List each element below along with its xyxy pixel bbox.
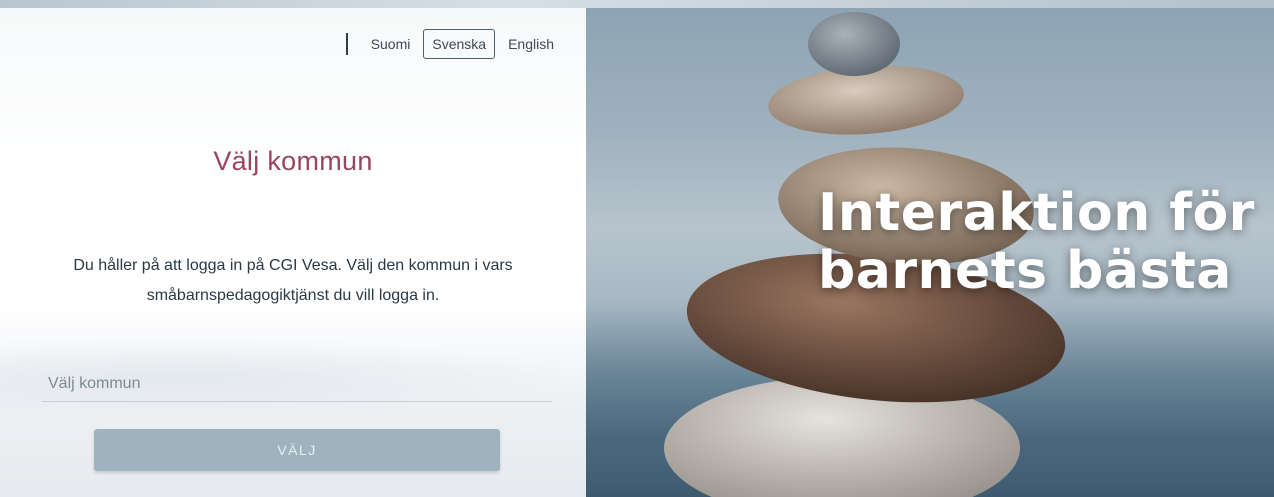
select-button[interactable]: VÄLJ xyxy=(94,429,500,471)
language-divider xyxy=(345,33,348,55)
lang-option-svenska[interactable]: Svenska xyxy=(423,29,496,59)
language-switcher: Suomi Svenska English xyxy=(345,28,563,60)
intro-text: Du håller på att logga in på CGI Vesa. V… xyxy=(73,257,513,304)
lang-option-suomi[interactable]: Suomi xyxy=(362,29,420,59)
hero-heading: Interaktion för barnets bästa xyxy=(818,184,1258,300)
hero-heading-line-1: Interaktion för xyxy=(818,183,1255,243)
page-title: Välj kommun xyxy=(213,146,373,176)
top-strip xyxy=(0,0,1274,8)
municipality-select-placeholder: Välj kommun xyxy=(48,374,141,392)
lang-option-english[interactable]: English xyxy=(499,29,563,59)
hero-image: Interaktion för barnets bästa xyxy=(586,8,1274,497)
hero-heading-line-2: barnets bästa xyxy=(818,241,1232,301)
login-panel: Suomi Svenska English Välj kommun Du hål… xyxy=(0,8,586,497)
municipality-select[interactable]: Välj kommun xyxy=(42,366,552,402)
stone-top xyxy=(808,12,900,76)
